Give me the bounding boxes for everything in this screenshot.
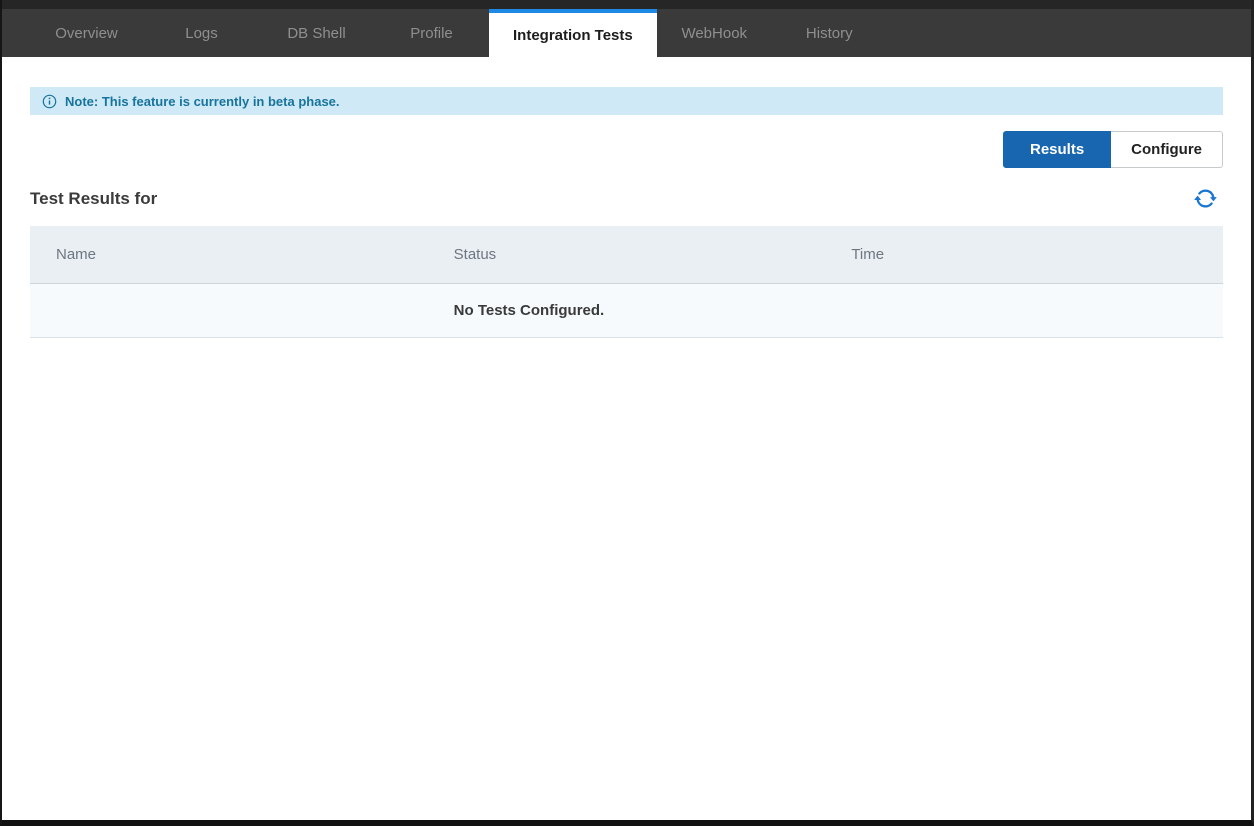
view-toggle: Results Configure [30, 131, 1223, 168]
empty-state-message: No Tests Configured. [428, 283, 826, 337]
configure-button[interactable]: Configure [1111, 131, 1223, 168]
content-area: Note: This feature is currently in beta … [2, 87, 1251, 338]
column-header-time: Time [825, 226, 1223, 283]
beta-note-text: Note: This feature is currently in beta … [65, 94, 340, 109]
tab-overview[interactable]: Overview [29, 9, 144, 57]
tab-bar: Overview Logs DB Shell Profile Integrati… [2, 9, 1251, 57]
window-top-strip [2, 0, 1251, 9]
tab-db-shell[interactable]: DB Shell [259, 9, 374, 57]
test-results-table: Name Status Time No Tests Configured. [30, 226, 1223, 338]
tab-history[interactable]: History [772, 9, 887, 57]
column-header-status: Status [428, 226, 826, 283]
tab-integration-tests[interactable]: Integration Tests [489, 9, 657, 57]
tab-profile[interactable]: Profile [374, 9, 489, 57]
tab-logs[interactable]: Logs [144, 9, 259, 57]
empty-state-row: No Tests Configured. [30, 283, 1223, 337]
table-header-row: Name Status Time [30, 226, 1223, 283]
info-icon [42, 94, 57, 109]
app-window: Overview Logs DB Shell Profile Integrati… [0, 0, 1254, 826]
results-heading-row: Test Results for [30, 187, 1223, 210]
refresh-icon[interactable] [1194, 187, 1217, 210]
page-title: Test Results for [30, 189, 157, 209]
beta-note-banner: Note: This feature is currently in beta … [30, 87, 1223, 115]
empty-cell-time [825, 283, 1223, 337]
empty-cell-name [30, 283, 428, 337]
column-header-name: Name [30, 226, 428, 283]
results-button[interactable]: Results [1003, 131, 1111, 168]
tab-webhook[interactable]: WebHook [657, 9, 772, 57]
